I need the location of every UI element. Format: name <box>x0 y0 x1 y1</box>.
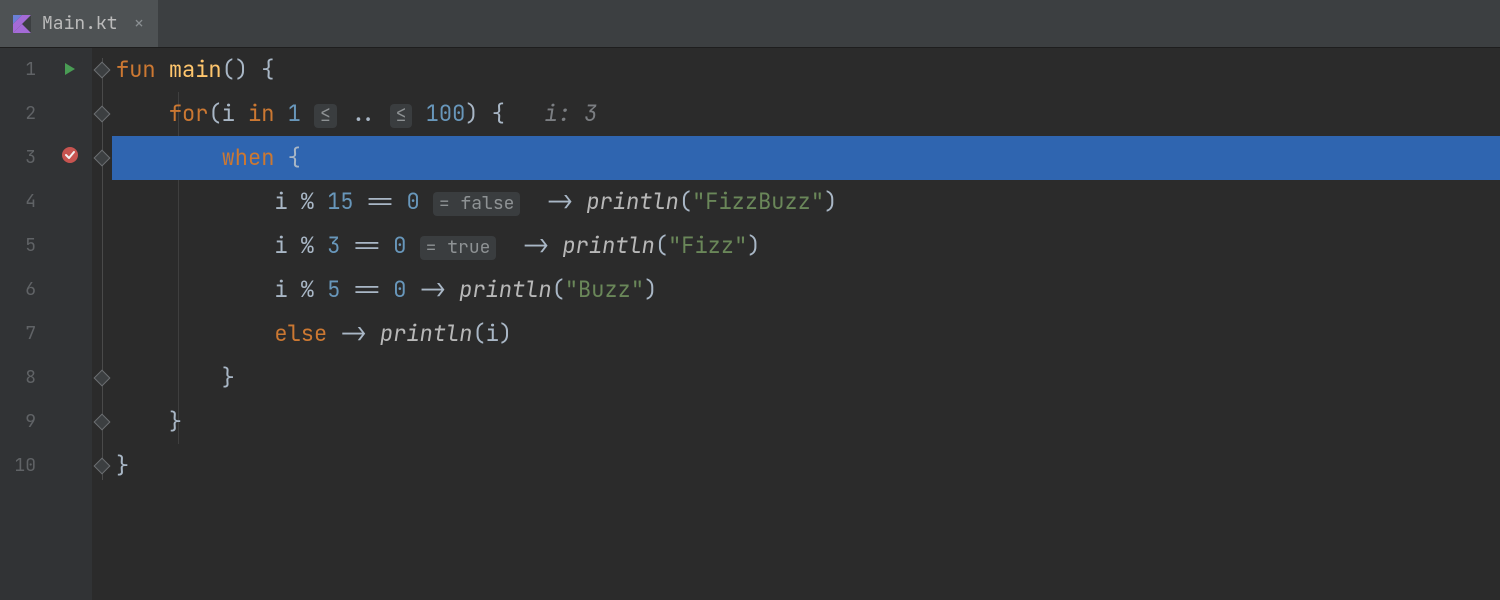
inlay-hint: = true <box>420 236 497 260</box>
code-line[interactable]: i % 3 == 0 = true -> println("Fizz") <box>112 224 1500 268</box>
code-area[interactable]: fun main() { for(i in 1 ≤ .. ≤ 100) { i:… <box>112 48 1500 600</box>
gutter-icon-column <box>48 48 92 600</box>
line-number[interactable]: 10 <box>0 444 48 488</box>
code-line[interactable]: } <box>112 356 1500 400</box>
line-number[interactable]: 8 <box>0 356 48 400</box>
line-number[interactable]: 2 <box>0 92 48 136</box>
inlay-hint: = false <box>433 192 521 216</box>
fold-marker-icon[interactable] <box>94 370 111 387</box>
line-number-gutter: 1 2 3 4 5 6 7 8 9 10 <box>0 48 48 600</box>
line-number[interactable]: 1 <box>0 48 48 92</box>
line-number[interactable]: 6 <box>0 268 48 312</box>
code-line[interactable]: i % 5 == 0 -> println("Buzz") <box>112 268 1500 312</box>
line-number[interactable]: 3 <box>0 136 48 180</box>
code-editor[interactable]: 1 2 3 4 5 6 7 8 9 10 <box>0 48 1500 600</box>
tab-bar: Main.kt × <box>0 0 1500 48</box>
code-line-current[interactable]: when { <box>112 136 1500 180</box>
code-line[interactable]: i % 15 == 0 = false -> println("FizzBuzz… <box>112 180 1500 224</box>
fold-marker-icon[interactable] <box>94 150 111 167</box>
code-line[interactable]: } <box>112 444 1500 488</box>
breakpoint-icon[interactable] <box>60 145 80 171</box>
code-line[interactable]: for(i in 1 ≤ .. ≤ 100) { i: 3 <box>112 92 1500 136</box>
fold-marker-icon[interactable] <box>94 458 111 475</box>
code-line[interactable]: else -> println(i) <box>112 312 1500 356</box>
code-line[interactable]: } <box>112 400 1500 444</box>
line-number[interactable]: 5 <box>0 224 48 268</box>
tab-filename: Main.kt <box>42 12 118 35</box>
inline-debug-value: i: 3 <box>545 99 598 128</box>
code-line[interactable]: fun main() { <box>112 48 1500 92</box>
fold-marker-icon[interactable] <box>94 414 111 431</box>
fold-column <box>92 48 112 600</box>
line-number[interactable]: 4 <box>0 180 48 224</box>
kotlin-file-icon <box>12 14 32 34</box>
line-number[interactable]: 9 <box>0 400 48 444</box>
line-number[interactable]: 7 <box>0 312 48 356</box>
fold-marker-icon[interactable] <box>94 62 111 79</box>
tab-main-kt[interactable]: Main.kt × <box>0 0 158 47</box>
run-gutter-icon[interactable] <box>62 57 78 83</box>
close-tab-icon[interactable]: × <box>134 12 145 35</box>
inlay-hint: ≤ <box>390 104 413 128</box>
fold-marker-icon[interactable] <box>94 106 111 123</box>
inlay-hint: ≤ <box>314 104 337 128</box>
